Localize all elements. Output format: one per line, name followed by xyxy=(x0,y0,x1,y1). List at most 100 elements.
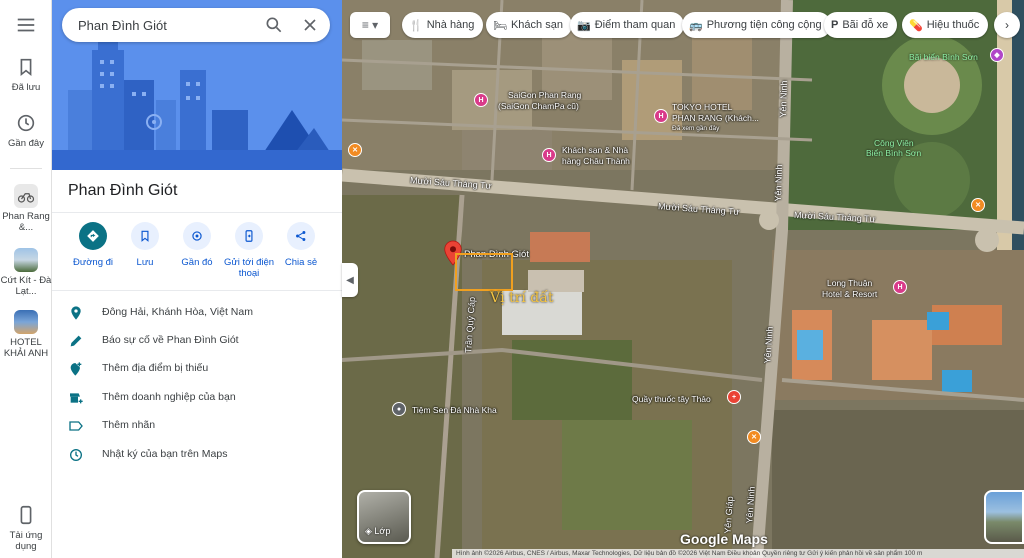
street-label-yen-ninh-2: Yên Ninh xyxy=(772,164,785,202)
save-button[interactable]: Lưu xyxy=(117,222,173,268)
add-business-icon xyxy=(70,393,83,404)
map-label-quay-thuoc[interactable]: Quầy thuốc tây Thảo xyxy=(632,394,711,404)
chip-transit[interactable]: 🚌 Phương tiện công cộng xyxy=(682,12,831,38)
category-chips: ≡ ▾ 🍴 Nhà hàng 🛏 Khách sạn 📷 Điểm tham quan… xyxy=(350,12,1020,38)
search-icon[interactable] xyxy=(264,15,284,35)
maps-timeline-row[interactable]: Nhật ký của bạn trên Maps xyxy=(52,441,342,469)
history-item-hotel[interactable]: HOTEL KHẢI ANH xyxy=(0,310,52,359)
land-annotation: Vị trí đất xyxy=(490,290,554,306)
map-label-recently-viewed: Đã xem gần đây xyxy=(672,125,720,132)
google-maps-logo: Google Maps xyxy=(680,531,768,547)
history-label: HOTEL KHẢI ANH xyxy=(3,337,49,359)
map-label-tokyo-hotel-2[interactable]: PHAN RANG (Khách... xyxy=(672,113,759,123)
add-business-text: Thêm doanh nghiệp của bạn xyxy=(102,391,236,403)
history-item-phan-rang[interactable]: Phan Rang &... xyxy=(0,184,52,233)
map-label-tokyo-hotel[interactable]: TOKYO HOTEL xyxy=(672,102,732,112)
map-label-long-thuan[interactable]: Long Thuận xyxy=(827,278,872,288)
map-label-bai-bien[interactable]: Bãi biển Bình Sơn xyxy=(909,52,978,62)
action-label: Gần đó xyxy=(181,257,213,268)
map-label-long-thuan-2[interactable]: Hotel & Resort xyxy=(822,289,877,299)
map-label-chau-thanh[interactable]: Khách sạn & Nhà xyxy=(562,145,628,155)
add-label-row[interactable]: Thêm nhãn xyxy=(52,412,342,440)
close-icon[interactable] xyxy=(300,15,320,35)
layers-label: ◈ Lớp xyxy=(365,526,390,537)
action-label: Chia sẻ xyxy=(284,257,318,268)
menu-button[interactable] xyxy=(0,14,52,40)
satellite-imagery xyxy=(342,0,1024,558)
get-app-label: Tải ứng dụng xyxy=(9,530,43,552)
map-menu-chip[interactable]: ≡ ▾ xyxy=(350,12,390,38)
action-label: Đường đi xyxy=(72,257,114,268)
chip-label: Khách sạn xyxy=(510,19,563,31)
hotel-pin[interactable]: H xyxy=(654,109,668,123)
place-pin[interactable]: ● xyxy=(392,402,406,416)
collapse-panel-button[interactable]: ◀ xyxy=(342,263,358,297)
place-thumbnail xyxy=(14,248,38,272)
nearby-button[interactable]: Gần đó xyxy=(169,222,225,268)
map-label-chau-thanh-2[interactable]: hàng Châu Thành xyxy=(562,156,630,166)
hotel-icon: 🛏 xyxy=(493,19,507,32)
send-to-phone-button[interactable]: Gửi tới điện thoại xyxy=(221,222,277,279)
history-item-cut-kit[interactable]: Cứt Kít - Đà Lạt... xyxy=(0,248,52,297)
add-location-icon xyxy=(70,362,82,376)
history-label: Cứt Kít - Đà Lạt... xyxy=(0,275,52,297)
get-app-button[interactable]: Tải ứng dụng xyxy=(0,504,52,552)
history-icon xyxy=(17,114,35,132)
share-button[interactable]: Chia sẻ xyxy=(273,222,329,268)
place-thumbnail xyxy=(14,184,38,208)
map-attribution: Hình ảnh ©2026 Airbus, CNES / Airbus, Ma… xyxy=(452,549,1024,558)
chip-pharmacy[interactable]: 💊 Hiệu thuốc xyxy=(902,12,989,38)
restaurant-pin[interactable]: ✕ xyxy=(348,143,362,157)
camera-icon: 📷 xyxy=(577,19,591,32)
recent-button[interactable]: Gần đây xyxy=(0,112,52,149)
attraction-pin[interactable]: ◆ xyxy=(990,48,1004,62)
hotel-pin[interactable]: H xyxy=(474,93,488,107)
chip-hotels[interactable]: 🛏 Khách sạn xyxy=(486,12,572,38)
chip-parking[interactable]: P Bãi đỗ xe xyxy=(824,12,898,38)
directions-button[interactable]: Đường đi xyxy=(65,222,121,268)
street-view-thumbnail[interactable] xyxy=(984,490,1024,544)
map-label-cong-vien-2[interactable]: Biển Bình Sơn xyxy=(866,148,921,158)
pharmacy-icon: 💊 xyxy=(909,19,923,32)
hotel-pin[interactable]: H xyxy=(542,148,556,162)
label-icon xyxy=(69,421,83,431)
map-label-tiem-sen[interactable]: Tiệm Sen Đá Nhà Kha xyxy=(412,405,497,415)
satellite-map[interactable]: SaiGon Phan Rang (SaiGon ChamPa cũ) H TO… xyxy=(342,0,1024,558)
chip-label: Hiệu thuốc xyxy=(926,19,980,31)
search-box[interactable] xyxy=(62,8,330,42)
restaurant-pin[interactable]: ✕ xyxy=(971,198,985,212)
search-input[interactable] xyxy=(78,8,258,42)
chip-label: Nhà hàng xyxy=(426,19,475,31)
pharmacy-pin[interactable]: + xyxy=(727,390,741,404)
send-to-phone-icon xyxy=(245,230,253,242)
chevron-left-icon: ◀ xyxy=(346,274,354,286)
bookmark-icon xyxy=(20,58,32,77)
map-label-saigon-champa[interactable]: (SaiGon ChamPa cũ) xyxy=(498,101,579,111)
report-issue-text: Báo sự cố về Phan Đình Giót xyxy=(102,334,239,346)
place-thumbnail xyxy=(14,310,38,334)
chip-restaurants[interactable]: 🍴 Nhà hàng xyxy=(402,12,484,38)
chip-attractions[interactable]: 📷 Điểm tham quan xyxy=(570,12,685,38)
map-label-saigon-phan-rang[interactable]: SaiGon Phan Rang xyxy=(508,90,581,100)
hotel-pin[interactable]: H xyxy=(893,280,907,294)
restaurant-pin[interactable]: ✕ xyxy=(747,430,761,444)
add-missing-place-row[interactable]: Thêm địa điểm bị thiếu xyxy=(52,355,342,383)
transit-icon: 🚌 xyxy=(689,19,703,32)
report-issue-row[interactable]: Báo sự cố về Phan Đình Giót xyxy=(52,327,342,355)
street-label-yen-ninh-1: Yên Ninh xyxy=(777,80,790,118)
action-label: Gửi tới điện thoại xyxy=(223,257,275,279)
layers-button[interactable]: ◈ Lớp xyxy=(357,490,411,544)
add-business-row[interactable]: Thêm doanh nghiệp của bạn xyxy=(52,384,342,412)
maps-timeline-text: Nhật ký của bạn trên Maps xyxy=(102,448,228,460)
chips-scroll-right[interactable]: › xyxy=(994,12,1020,38)
action-bar: Đường đi Lưu Gần đó Gửi tới điện thoại C… xyxy=(52,222,342,282)
map-label-cong-vien[interactable]: Công Viên xyxy=(874,138,914,148)
saved-button[interactable]: Đã lưu xyxy=(0,56,52,93)
pencil-icon xyxy=(70,335,82,347)
address-row[interactable]: Đông Hải, Khánh Hòa, Việt Nam xyxy=(52,299,342,327)
layers-text: Lớp xyxy=(374,526,391,536)
history-label: Phan Rang &... xyxy=(2,211,50,233)
address-text: Đông Hải, Khánh Hòa, Việt Nam xyxy=(102,306,253,318)
left-rail: Đã lưu Gần đây Phan Rang &... Cứt Kít - … xyxy=(0,0,52,558)
menu-icon xyxy=(17,18,35,32)
